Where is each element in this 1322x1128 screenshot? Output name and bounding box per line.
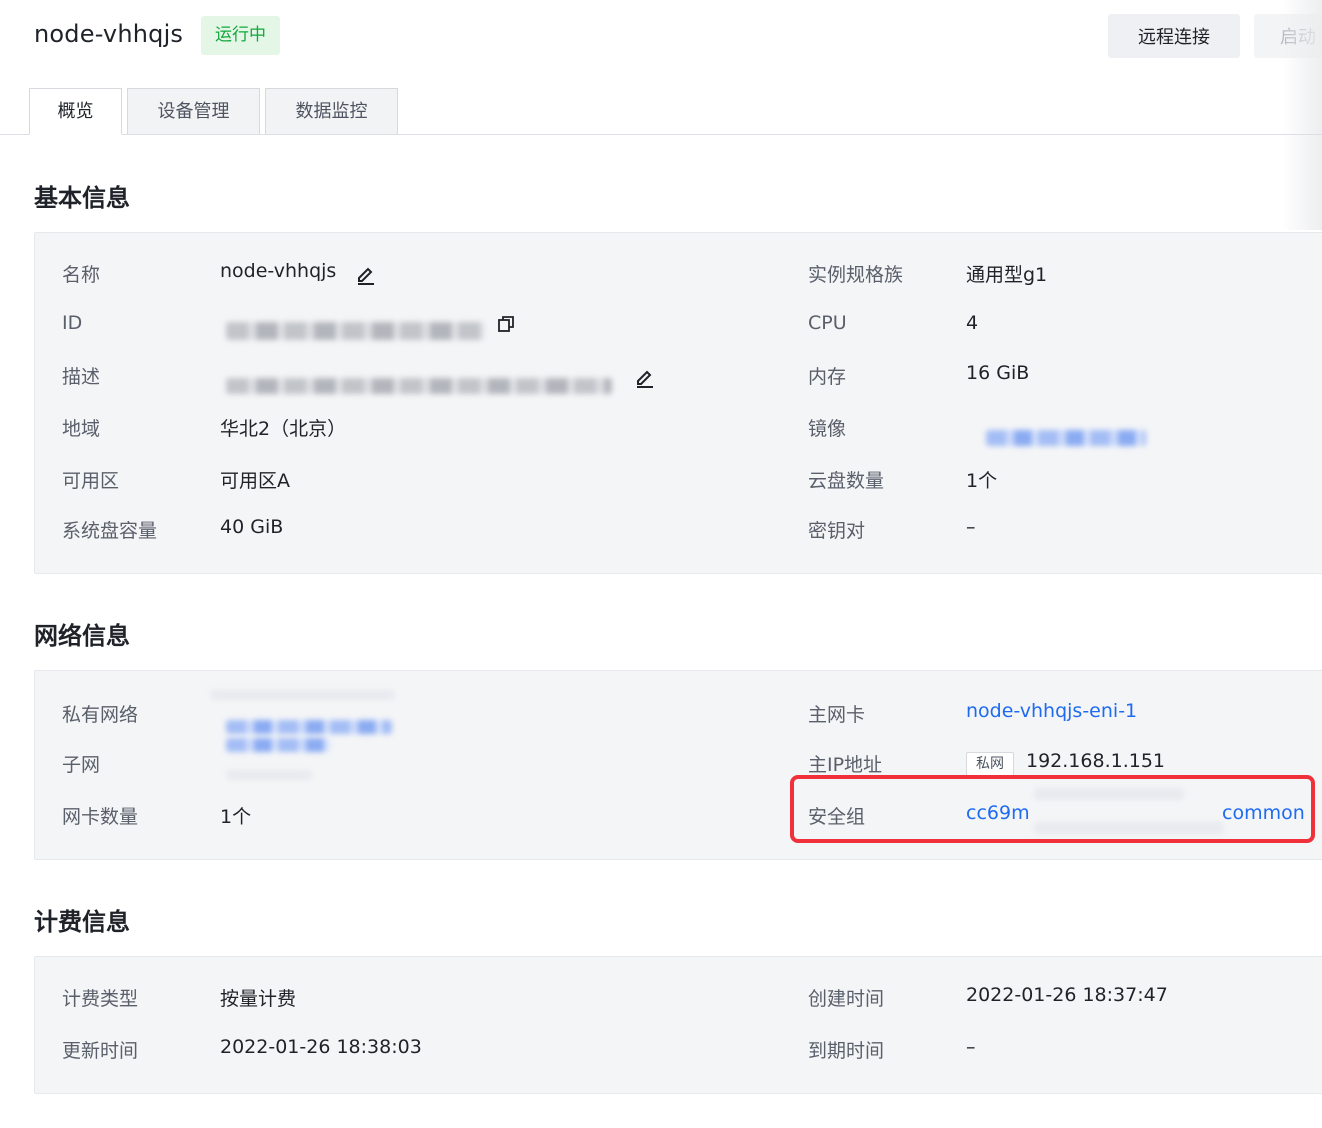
page-header: node-vhhqjs 运行中 远程连接 启动 (0, 0, 1322, 230)
zone-value: 可用区A (220, 470, 290, 492)
edit-name-icon[interactable] (355, 264, 377, 286)
remote-connect-button[interactable]: 远程连接 (1108, 14, 1240, 58)
zone-label: 可用区 (62, 470, 120, 492)
start-button[interactable]: 启动 (1254, 14, 1322, 58)
instance-family-value: 通用型g1 (966, 264, 1048, 286)
id-value-redacted (226, 322, 484, 340)
security-group-link-suffix[interactable]: common (1222, 802, 1305, 824)
created-time-label: 创建时间 (808, 988, 885, 1010)
network-info-title: 网络信息 (34, 622, 130, 650)
nic-count-label: 网卡数量 (62, 806, 139, 828)
private-network-tag: 私网 (966, 752, 1014, 776)
copy-icon[interactable] (497, 315, 515, 333)
keypair-label: 密钥对 (808, 520, 866, 542)
instance-family-label: 实例规格族 (808, 264, 904, 286)
billing-type-label: 计费类型 (62, 988, 139, 1010)
expire-time-label: 到期时间 (808, 1040, 885, 1062)
id-label: ID (62, 312, 83, 334)
description-value-redacted (226, 378, 612, 394)
updated-time-label: 更新时间 (62, 1040, 139, 1062)
image-link-redacted[interactable] (986, 430, 1146, 446)
vpc-value-redacted-top (210, 690, 395, 700)
keypair-value: – (966, 516, 976, 538)
memory-label: 内存 (808, 366, 847, 388)
billing-type-value: 按量计费 (220, 988, 297, 1010)
cpu-label: CPU (808, 312, 847, 334)
subnet-value-redacted-bottom (226, 770, 312, 780)
memory-value: 16 GiB (966, 362, 1030, 384)
tabs-divider (0, 134, 1322, 135)
image-label: 镜像 (808, 418, 847, 440)
page-title: node-vhhqjs (34, 20, 184, 48)
subnet-label: 子网 (62, 754, 101, 776)
subnet-link-redacted[interactable] (226, 738, 330, 752)
system-disk-label: 系统盘容量 (62, 520, 158, 542)
updated-time-value: 2022-01-26 18:38:03 (220, 1036, 422, 1058)
tab-overview[interactable]: 概览 (29, 88, 122, 135)
security-group-redacted-2 (1034, 822, 1224, 834)
edit-description-icon[interactable] (634, 367, 656, 389)
expire-time-value: – (966, 1036, 976, 1058)
tab-data-monitoring[interactable]: 数据监控 (265, 88, 398, 135)
cpu-value: 4 (966, 312, 979, 334)
name-value: node-vhhqjs (220, 260, 337, 282)
billing-info-title: 计费信息 (34, 908, 130, 936)
tab-device-management[interactable]: 设备管理 (127, 88, 260, 135)
nic-count-value: 1个 (220, 806, 252, 828)
disk-count-value: 1个 (966, 470, 998, 492)
description-label: 描述 (62, 366, 101, 388)
region-label: 地域 (62, 418, 101, 440)
created-time-value: 2022-01-26 18:37:47 (966, 984, 1168, 1006)
system-disk-value: 40 GiB (220, 516, 284, 538)
vpc-label: 私有网络 (62, 704, 139, 726)
primary-ip-label: 主IP地址 (808, 754, 883, 776)
primary-nic-label: 主网卡 (808, 704, 866, 726)
region-value: 华北2（北京） (220, 418, 347, 440)
primary-ip-value: 192.168.1.151 (1026, 750, 1166, 772)
status-badge: 运行中 (201, 16, 280, 55)
basic-info-title: 基本信息 (34, 184, 130, 212)
disk-count-label: 云盘数量 (808, 470, 885, 492)
name-label: 名称 (62, 264, 101, 286)
security-group-label: 安全组 (808, 806, 866, 828)
vpc-link-redacted[interactable] (226, 720, 392, 734)
security-group-link-prefix[interactable]: cc69m (966, 802, 1030, 824)
billing-info-panel (34, 956, 1322, 1094)
security-group-redacted (1034, 788, 1184, 800)
primary-nic-link[interactable]: node-vhhqjs-eni-1 (966, 700, 1137, 722)
